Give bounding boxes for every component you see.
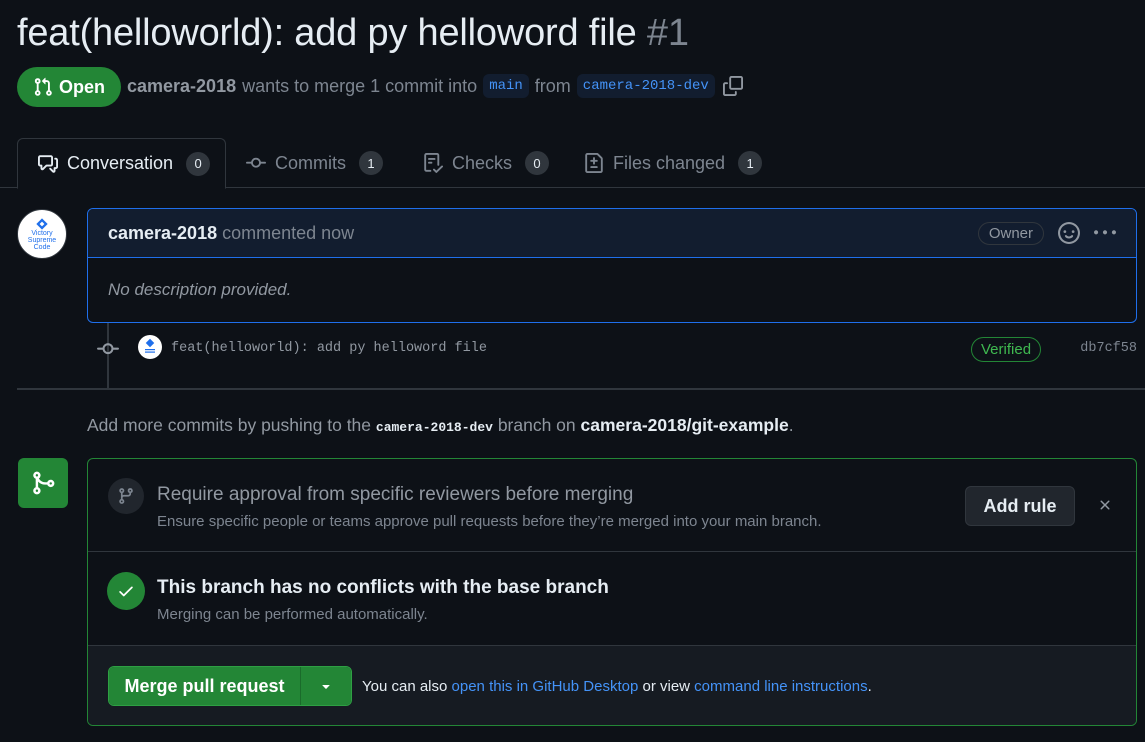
pr-tabs: Conversation 0 Commits 1 Checks 0 Files … [0,138,1145,189]
merge-method-dropdown[interactable] [301,667,351,705]
merge-status: This branch has no conflicts with the ba… [88,552,1136,646]
comment-body: No description provided. [108,280,292,299]
push-hint-pre: Add more commits by pushing to the [87,415,372,435]
avatar-text-2: Supreme [27,236,57,244]
tab-checks[interactable]: Checks 0 [423,138,550,188]
merge-status-subtitle: Merging can be performed automatically. [157,606,428,623]
git-merge-icon [18,458,68,508]
pr-author-link[interactable]: camera-2018 [127,76,236,97]
copy-icon[interactable] [722,76,743,96]
pr-state-label: Open [59,76,106,97]
timeline-divider [17,388,1145,390]
commit-sha-link[interactable]: db7cf58 [1080,341,1137,356]
pr-merge-text: wants to merge 1 commit into [242,75,478,96]
pr-number[interactable]: #1 [647,12,689,54]
also-post-text: . [867,678,872,695]
tab-files-changed-count: 1 [738,151,763,175]
base-branch-label[interactable]: main [483,74,529,98]
rule-subtitle: Ensure specific people or teams approve … [157,513,822,530]
tab-commits-count: 1 [359,151,383,175]
git-pull-request-icon [33,77,53,97]
smiley-icon[interactable] [1058,222,1080,244]
repo-link[interactable]: camera-2018/git-example [581,415,789,435]
git-commit-icon [97,338,119,360]
pr-state-badge: Open [17,67,122,107]
timeline-commit-item: feat(helloworld): add py helloword file … [97,335,1137,363]
tab-files-changed-label: Files changed [613,152,726,173]
commit-author-avatar[interactable] [138,335,162,359]
rule-title: Require approval from specific reviewers… [157,484,634,505]
pr-meta: camera-2018 wants to merge 1 commit into… [127,74,743,98]
tab-commits-label: Commits [275,152,346,173]
add-rule-button[interactable]: Add rule [965,486,1075,526]
avatar-text-1: Victory [31,229,53,237]
tab-checks-label: Checks [452,152,513,173]
comment-box: camera-2018 commented now Owner No descr… [87,208,1137,323]
merge-actions: Merge pull request You can also open thi… [88,646,1136,725]
check-icon [107,572,145,610]
tab-files-changed[interactable]: Files changed 1 [584,138,763,188]
also-pre-text: You can also [362,678,448,695]
push-hint: Add more commits by pushing to the camer… [87,415,794,436]
file-diff-icon [584,153,604,173]
checklist-icon [423,153,443,173]
head-branch-label[interactable]: camera-2018-dev [576,74,715,98]
command-line-link[interactable]: command line instructions [694,678,867,695]
branch-protection-suggestion: Require approval from specific reviewers… [88,459,1136,552]
or-view-text: or view [642,678,690,695]
push-hint-mid: branch on [497,415,576,435]
owner-badge: Owner [977,221,1044,245]
comment-timestamp: commented now [222,222,355,243]
pr-title-text: feat(helloworld): add py helloword file [17,12,637,54]
merge-alternatives: You can also open this in GitHub Desktop… [362,678,872,695]
tab-conversation-label: Conversation [67,153,174,173]
pr-from-text: from [534,75,571,96]
tab-checks-count: 0 [525,151,550,175]
close-icon[interactable] [1097,497,1113,513]
comment-actions: Owner [977,221,1116,245]
tab-conversation-count: 0 [186,151,211,176]
merge-button-group: Merge pull request [108,666,352,706]
avatar-text-3: Code [33,243,51,251]
git-commit-icon [246,153,266,173]
git-branch-icon [108,478,144,514]
merge-pull-request-button[interactable]: Merge pull request [109,667,301,705]
avatar[interactable]: Victory Supreme Code [17,209,67,259]
comment-author[interactable]: camera-2018 [108,223,217,244]
kebab-horizontal-icon[interactable] [1094,222,1116,244]
tab-conversation[interactable]: Conversation 0 [17,138,226,189]
pr-title: feat(helloworld): add py helloword file … [17,12,689,55]
github-desktop-link[interactable]: open this in GitHub Desktop [452,678,639,695]
merge-status-title: This branch has no conflicts with the ba… [157,577,609,598]
triangle-down-icon [318,678,334,694]
merge-box: Require approval from specific reviewers… [87,458,1137,726]
diamond-logo-icon [36,217,48,230]
push-hint-branch: camera-2018-dev [375,420,493,435]
commit-message-link[interactable]: feat(helloworld): add py helloword file [171,341,487,356]
verified-badge[interactable]: Verified [971,337,1042,362]
tab-commits[interactable]: Commits 1 [246,138,383,188]
comment-header: camera-2018 commented now Owner [88,209,1136,258]
push-hint-post: . [788,415,794,435]
comment-discussion-icon [38,154,58,174]
